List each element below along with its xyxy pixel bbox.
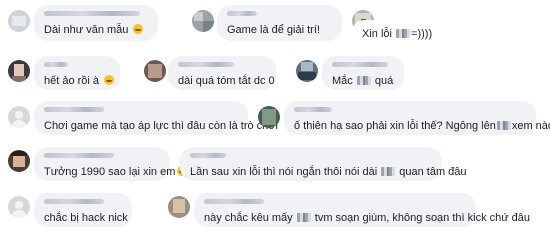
comment-bubble: Mắc quá bbox=[322, 56, 404, 90]
comment-text: dài quá tóm tắt dc 0 bbox=[178, 75, 275, 87]
author-name-blurred[interactable] bbox=[294, 107, 526, 113]
author-name-blurred[interactable] bbox=[178, 62, 266, 68]
avatar[interactable] bbox=[144, 60, 166, 82]
comment-text: này chắc kêu mấy tvm soạn giùm, không so… bbox=[204, 212, 531, 224]
avatar[interactable] bbox=[8, 106, 30, 128]
laughing-emoji-icon bbox=[133, 24, 144, 34]
comment-bubble: dài quá tóm tắt dc 0 bbox=[168, 56, 276, 90]
comment-text: Tưởng 1990 sao lại xin em bbox=[44, 166, 188, 178]
comment-bubble: Dài như văn mẫu bbox=[34, 5, 158, 41]
avatar[interactable] bbox=[8, 150, 30, 172]
author-name-blurred[interactable] bbox=[190, 153, 432, 159]
comment-text: Mắc quá bbox=[332, 75, 394, 87]
censored-word bbox=[381, 167, 396, 176]
avatar[interactable] bbox=[296, 60, 318, 82]
author-name-blurred[interactable] bbox=[44, 199, 122, 205]
comment-bubble: Xin lỗi =)))) bbox=[352, 20, 442, 44]
censored-word bbox=[356, 76, 371, 85]
comment-text: chắc bị hack nick bbox=[44, 212, 128, 224]
avatar[interactable] bbox=[8, 196, 30, 218]
comment-text: Dài như văn mẫu bbox=[44, 24, 144, 36]
comment-bubble: ố thiên hạ sao phải xin lỗi thế? Ngông l… bbox=[284, 101, 550, 135]
censored-word bbox=[496, 121, 511, 130]
comment-bubble: Lần sau xin lỗi thì nói ngắn thôi nói dà… bbox=[180, 147, 467, 181]
avatar[interactable] bbox=[168, 196, 190, 218]
comment-text: Lần sau xin lỗi thì nói ngắn thôi nói dà… bbox=[190, 166, 467, 178]
avatar[interactable] bbox=[192, 10, 214, 32]
author-name-blurred[interactable] bbox=[227, 11, 332, 17]
comment-text: ố thiên hạ sao phải xin lỗi thế? Ngông l… bbox=[294, 120, 550, 132]
author-name-blurred[interactable] bbox=[332, 62, 394, 68]
comment-bubble: Game là để giải trí! bbox=[217, 5, 342, 41]
censored-word bbox=[296, 213, 311, 222]
comment-text: Game là để giải trí! bbox=[227, 24, 320, 36]
grinning-emoji-icon bbox=[104, 75, 115, 85]
comment-bubble: Chơi game mà tạo áp lực thì đâu còn là t… bbox=[34, 101, 278, 135]
author-name-blurred[interactable] bbox=[44, 107, 238, 113]
comment-bubble: này chắc kêu mấy tvm soạn giùm, không so… bbox=[194, 193, 530, 227]
avatar[interactable] bbox=[8, 10, 30, 32]
author-name-blurred[interactable] bbox=[44, 153, 160, 159]
comment-bubble: chắc bị hack nick bbox=[34, 193, 132, 227]
comment-text: hết ảo rồi à bbox=[44, 75, 115, 87]
avatar[interactable] bbox=[258, 106, 280, 128]
avatar[interactable] bbox=[8, 60, 30, 82]
comment-text: Chơi game mà tạo áp lực thì đâu còn là t… bbox=[44, 120, 278, 132]
comment-text: Xin lỗi =)))) bbox=[362, 28, 433, 40]
author-name-blurred[interactable] bbox=[44, 62, 110, 68]
author-name-blurred[interactable] bbox=[204, 199, 466, 205]
censored-word bbox=[396, 29, 411, 38]
comment-bubble: hết ảo rồi à bbox=[34, 56, 120, 90]
author-name-blurred[interactable] bbox=[44, 11, 148, 17]
comment-bubble: Tưởng 1990 sao lại xin em bbox=[34, 147, 188, 181]
